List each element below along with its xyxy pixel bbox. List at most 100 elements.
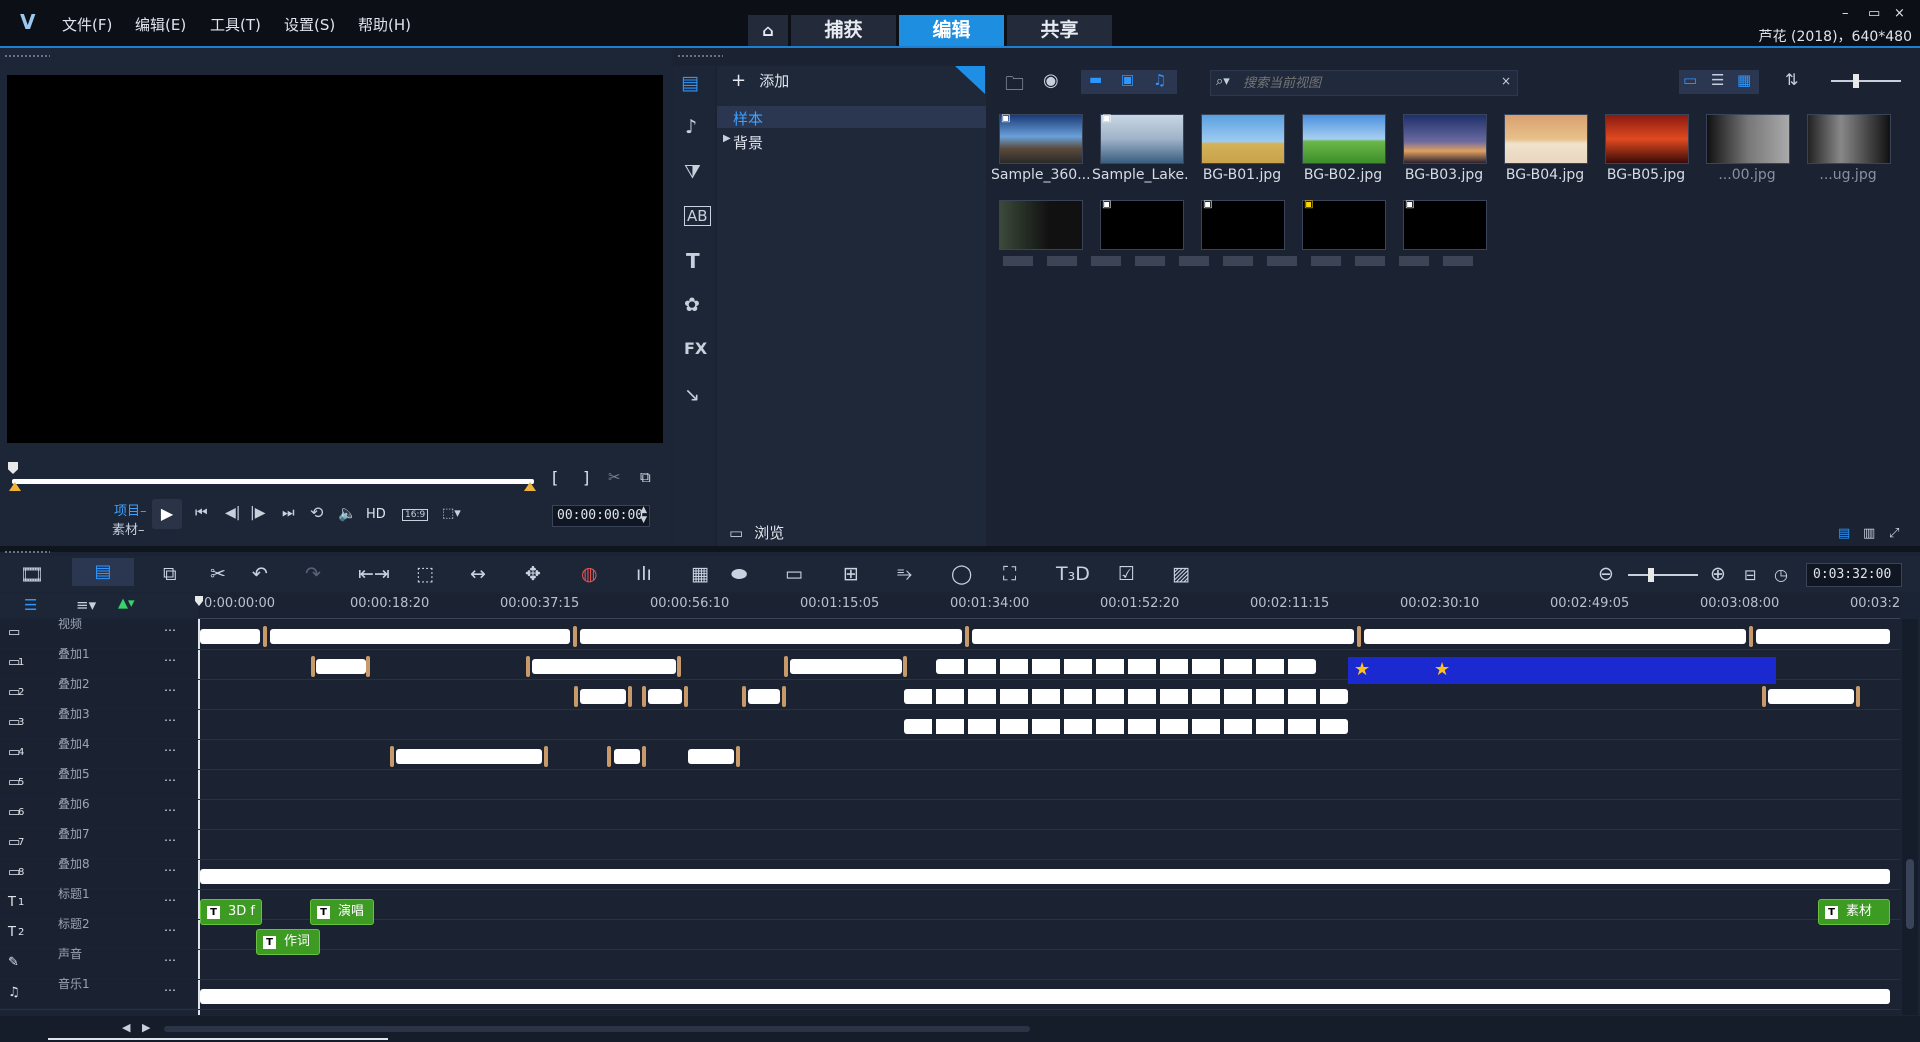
chapter-icon[interactable]: ≡▾ [76,596,96,614]
track-header[interactable]: ▭ 8 叠加8 ⋯ [0,857,198,888]
clear-search-icon[interactable]: × [1501,74,1511,88]
overlay-clip[interactable] [316,659,366,674]
zoom-in-icon[interactable]: ⊕ [1710,563,1726,585]
scroll-left-icon[interactable]: ◀ [122,1021,130,1034]
music-clip[interactable] [200,989,1890,1004]
storyboard-view-button[interactable]: 🎞 [20,563,44,586]
track-header[interactable]: ▭ 2 叠加2 ⋯ [0,677,198,708]
overlay-clip[interactable] [790,659,902,674]
track-options-icon[interactable]: ⋯ [164,923,176,937]
transition-marker[interactable] [263,626,267,647]
transition-marker[interactable] [903,656,907,677]
color-grading-icon[interactable]: ◍ [581,563,598,585]
trim-end-handle[interactable] [524,482,536,491]
thumb-view-icon[interactable]: ▭ [1683,71,1697,89]
crop-dropdown-icon[interactable]: ⬚▾ [442,506,461,521]
graphics-icon[interactable]: ✿ [684,294,700,316]
blend-icon[interactable]: ⬬ [731,563,747,585]
fit-timeline-icon[interactable]: ⊟ [1744,566,1757,584]
transition-marker[interactable] [526,656,530,677]
track-header[interactable]: ▭ 5 叠加5 ⋯ [0,767,198,798]
play-button[interactable]: ▶ [152,499,182,529]
filter-audio-icon[interactable]: ♫ [1153,71,1166,89]
thumb-sample-lake[interactable] [1100,114,1184,164]
track-header[interactable]: ♫ 音乐1 ⋯ [0,977,198,1008]
track-options-icon[interactable]: ⋯ [164,983,176,997]
video-clip[interactable] [1364,629,1746,644]
transition-marker[interactable] [1762,686,1766,707]
video-clip[interactable] [1756,629,1890,644]
thumb-video-4[interactable] [1302,200,1386,250]
transition-marker[interactable] [628,686,632,707]
transition-marker[interactable] [574,686,578,707]
overlay-clip[interactable] [904,689,1348,704]
slider-thumb[interactable] [1853,74,1859,88]
filter-photo-icon[interactable]: ▣ [1121,72,1134,88]
browse-button[interactable]: ▭ 浏览 [729,522,784,543]
tree-item-background[interactable]: ▶ 背景 [717,130,986,152]
overlay-clip[interactable] [396,749,542,764]
3d-title-icon[interactable]: T₃D [1056,563,1090,585]
trim-icon[interactable]: ↔ [470,563,486,585]
timeline-view-button[interactable]: ▤ [72,558,134,586]
project-duration-field[interactable]: 0:03:32:00 [1806,563,1902,587]
path-icon[interactable]: ↘ [684,384,700,406]
track-options-icon[interactable]: ⋯ [164,743,176,757]
track-options-icon[interactable]: ⋯ [164,953,176,967]
track-header[interactable]: ▭ 3 叠加3 ⋯ [0,707,198,738]
menu-tools[interactable]: 工具(T) [210,14,261,35]
zoom-slider[interactable] [1628,568,1698,582]
tree-item-sample[interactable]: 样本 [717,106,986,128]
title-clip[interactable]: T 演唱 [310,899,374,925]
thumb-bg-b01[interactable] [1201,114,1285,164]
thumb-bg-b03[interactable] [1403,114,1487,164]
transition-marker[interactable] [782,686,786,707]
thumb-bg-b04[interactable] [1504,114,1588,164]
search-input[interactable] [1241,73,1485,93]
time-ruler[interactable] [198,594,1900,619]
title-icon[interactable]: AB [684,206,711,226]
zoom-out-icon[interactable]: ⊖ [1598,563,1614,585]
thumb-bg-b05[interactable] [1605,114,1689,164]
track-options-icon[interactable]: ⋯ [164,713,176,727]
track-options-icon[interactable]: ⋯ [164,653,176,667]
transition-marker[interactable] [544,746,548,767]
category-media[interactable]: ▤ [681,72,709,98]
slider-thumb[interactable] [1648,568,1654,582]
transition-marker[interactable] [311,656,315,677]
overlay-clip[interactable] [580,689,626,704]
maximize-button[interactable]: ▭ [1868,6,1880,21]
filter-video-icon[interactable]: ▬ [1089,72,1102,88]
home-button[interactable]: ⌂ [748,15,788,46]
menu-settings[interactable]: 设置(S) [284,14,335,35]
track-options-icon[interactable]: ⋯ [164,623,176,637]
copy-icon[interactable]: ⧉ [163,563,177,585]
timeline-divider[interactable] [0,546,1920,552]
mode-clip-label[interactable]: 素材– [112,519,145,538]
go-end-icon[interactable]: ⏭ [282,505,295,521]
music-icon[interactable]: ♪ [685,116,697,138]
mark-out-button[interactable]: ] [583,468,589,487]
mark-in-button[interactable]: [ [552,468,558,487]
crop-icon[interactable]: ⬚ [416,563,434,585]
checklist-icon[interactable]: ☑ [1118,563,1135,585]
speed-icon[interactable]: ⥱ [897,563,912,585]
add-folder-button[interactable]: + 添加 [731,70,789,94]
volume-icon[interactable]: 🔈 [338,504,357,522]
thumb-sample-360[interactable] [999,114,1083,164]
layout-icon-2[interactable]: ▥ [1863,526,1875,541]
timecode-field[interactable]: 00:00:00:00 ▲ ▼ [552,505,650,527]
track-header[interactable]: ▭ 4 叠加4 ⋯ [0,737,198,768]
overlay-clip[interactable] [748,689,780,704]
mask-icon[interactable]: ⛶ [1003,563,1016,585]
scroll-right-icon[interactable]: ▶ [142,1021,150,1034]
transition-marker[interactable] [784,656,788,677]
split-screen-icon[interactable]: ⊞ [843,563,859,585]
layout-icon-3[interactable]: ⤢ [1889,526,1899,541]
track-header[interactable]: ✎ 声音 ⋯ [0,947,198,978]
title-clip[interactable]: T 作词 [256,929,320,955]
thumb-video-1[interactable] [999,200,1083,250]
timecode-spinner-icon[interactable]: ▲ ▼ [640,505,647,525]
track-options-icon[interactable]: ⋯ [164,863,176,877]
title-clip[interactable]: T 素材 [1818,899,1890,925]
